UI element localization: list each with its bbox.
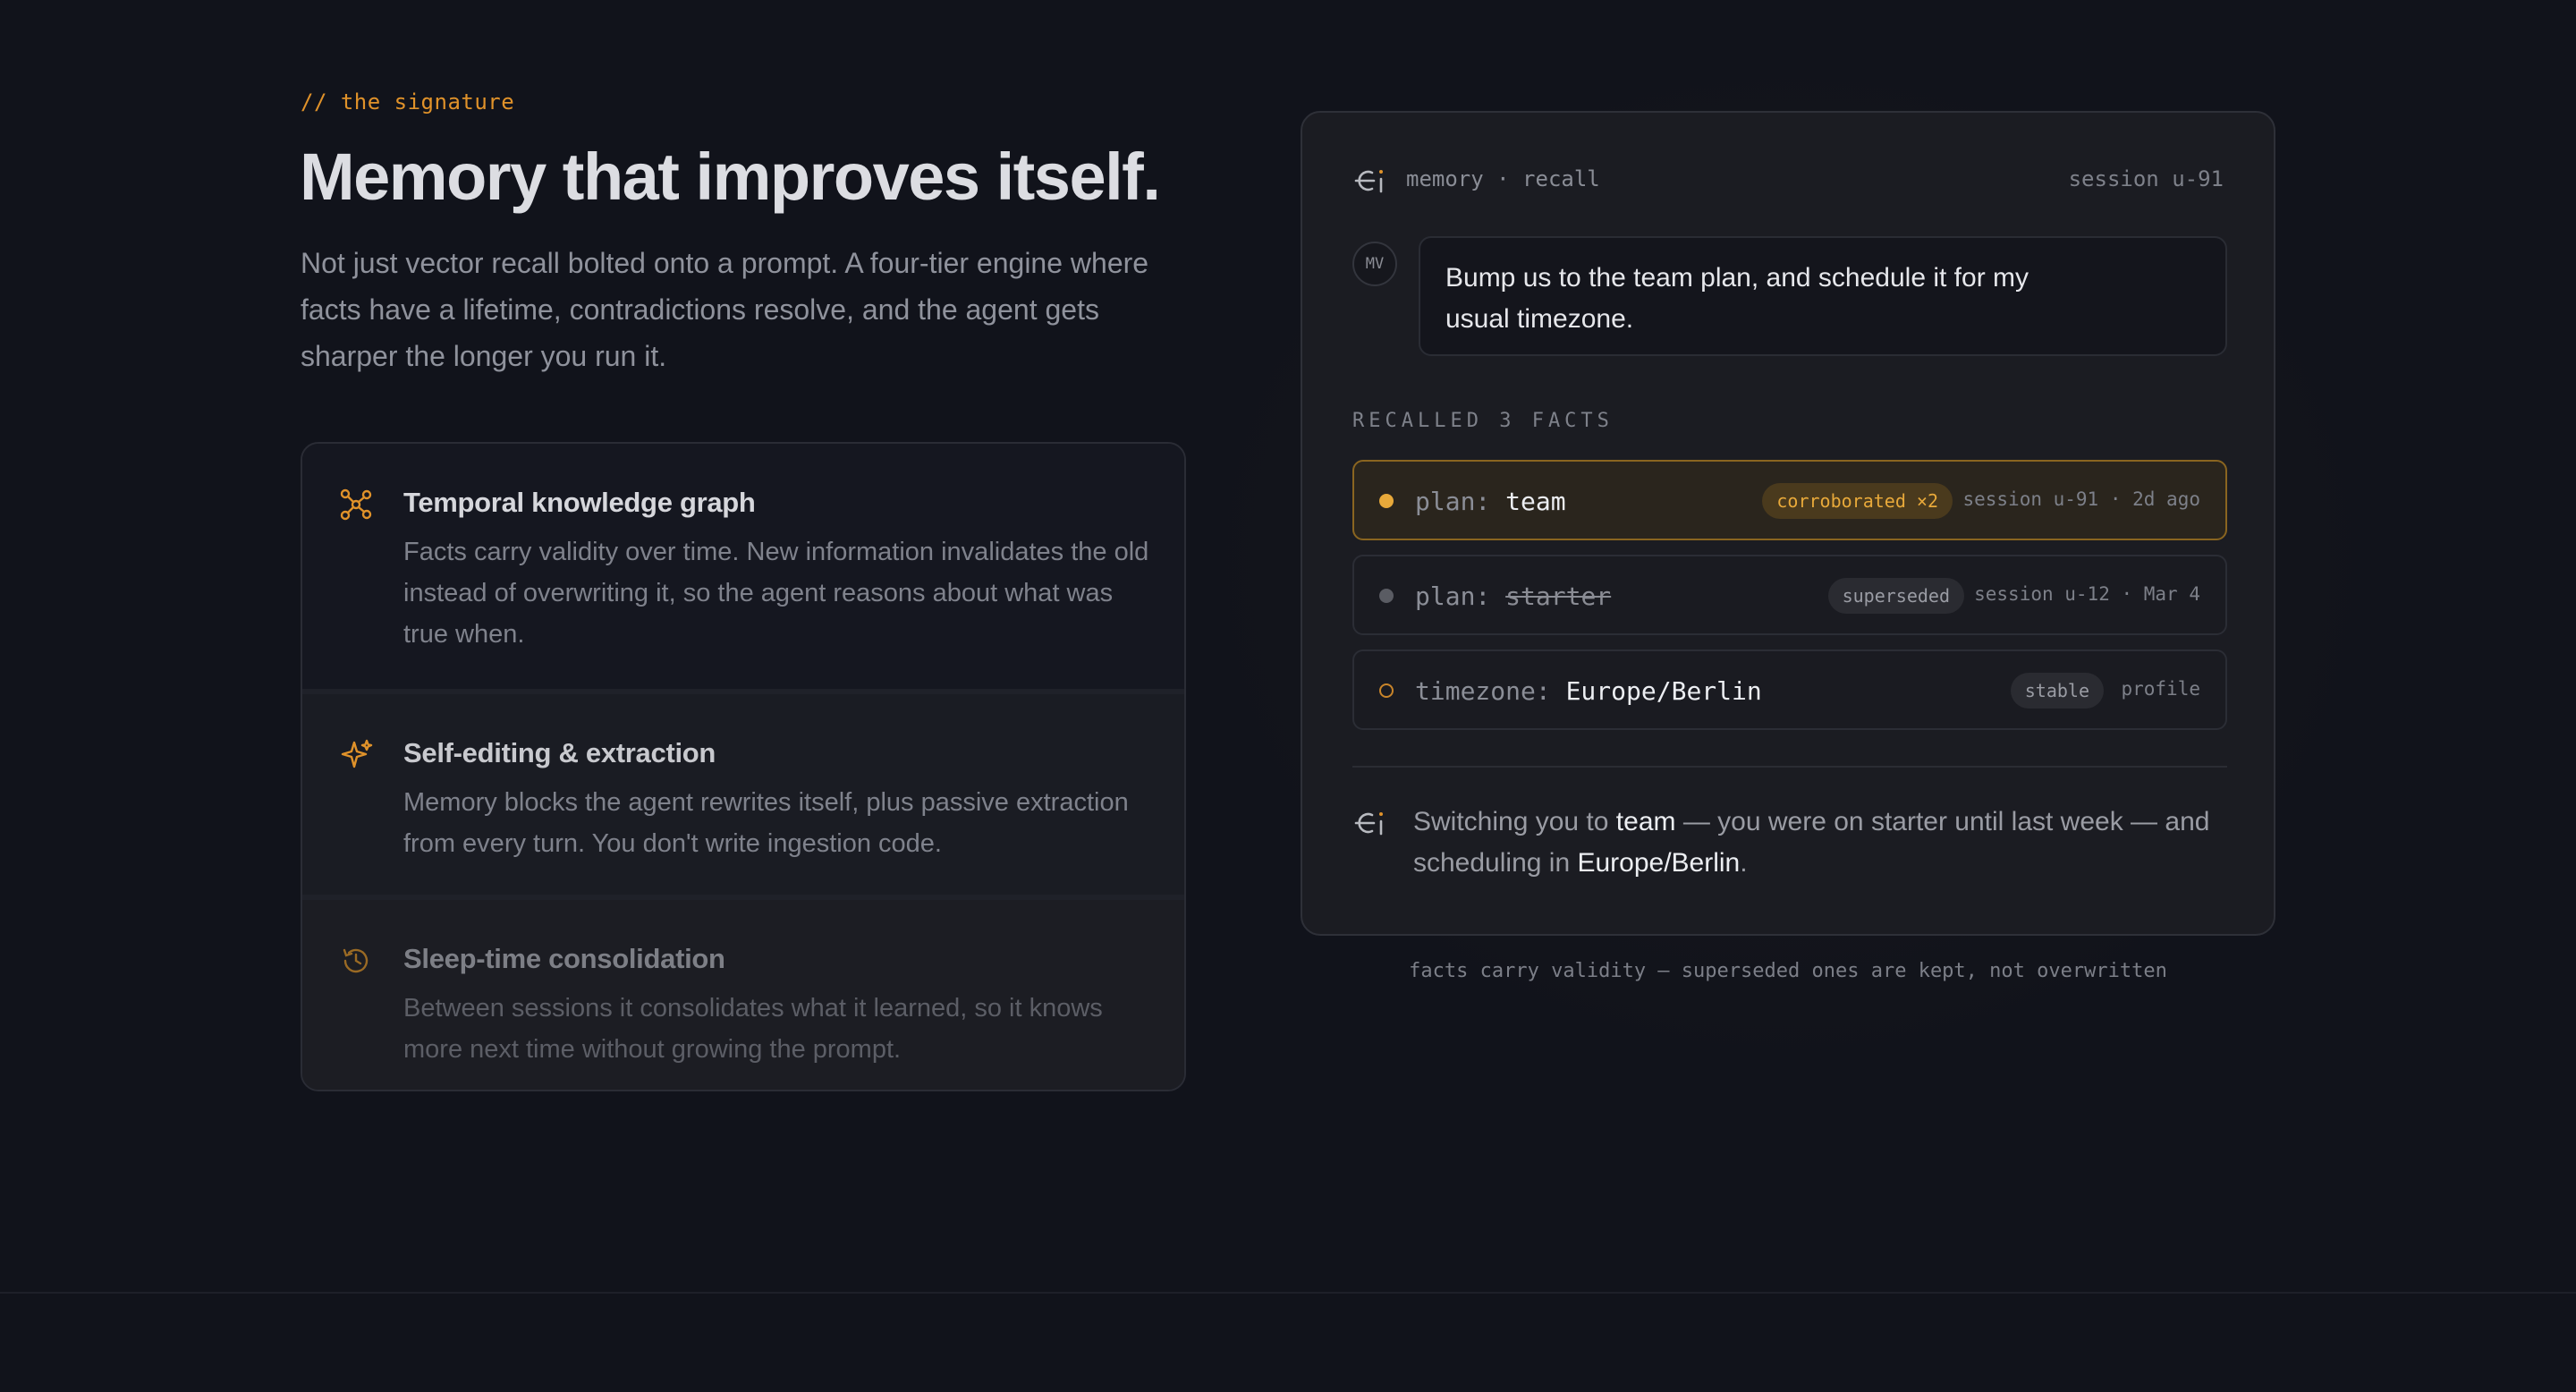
section-divider bbox=[0, 1292, 2576, 1294]
reply-highlight: team bbox=[1615, 807, 1676, 836]
user-message: Bump us to the team plan, and schedule i… bbox=[1419, 236, 2227, 356]
status-badge: corroborated ×2 bbox=[1762, 483, 1953, 519]
feature-title: Temporal knowledge graph bbox=[403, 487, 756, 518]
fact-meta: session u-91 · 2d ago bbox=[1962, 488, 2200, 510]
history-icon bbox=[338, 943, 374, 979]
feature-title: Sleep-time consolidation bbox=[403, 943, 725, 974]
fact-value: starter bbox=[1505, 581, 1612, 611]
status-badge: superseded bbox=[1827, 578, 1964, 614]
fact-row[interactable]: timezone: Europe/Berlin stable profile bbox=[1352, 649, 2227, 730]
fact-value: Europe/Berlin bbox=[1565, 676, 1762, 706]
status-dot-icon bbox=[1379, 494, 1394, 508]
agent-reply: Switching you to team — you were on star… bbox=[1413, 807, 2210, 878]
feature-title: Self-editing & extraction bbox=[403, 737, 716, 768]
section-eyebrow: // the signature bbox=[301, 89, 515, 115]
section-lead: Not just vector recall bolted onto a pro… bbox=[301, 247, 1149, 372]
feature-description: Facts carry validity over time. New info… bbox=[403, 538, 1149, 649]
feature-self-editing[interactable]: Self-editing & extraction Memory blocks … bbox=[302, 694, 1184, 900]
fact-key: plan: starter bbox=[1415, 581, 1612, 611]
user-message-text: Bump us to the team plan, and schedule i… bbox=[1445, 263, 2029, 334]
fact-key: plan: team bbox=[1415, 487, 1566, 516]
brand-logo-icon bbox=[1352, 165, 1388, 197]
graph-icon bbox=[338, 487, 374, 522]
divider bbox=[1352, 766, 2227, 768]
status-dot-icon bbox=[1379, 589, 1394, 603]
feature-sleep-consolidation[interactable]: Sleep-time consolidation Between session… bbox=[302, 900, 1184, 1090]
feature-temporal-graph[interactable]: Temporal knowledge graph Facts carry val… bbox=[302, 444, 1184, 694]
status-dot-icon bbox=[1379, 683, 1394, 698]
fact-row[interactable]: plan: starter superseded session u-12 · … bbox=[1352, 555, 2227, 635]
brand-logo-icon bbox=[1352, 807, 1388, 839]
fact-row[interactable]: plan: team corroborated ×2 session u-91 … bbox=[1352, 460, 2227, 540]
feature-description: Memory blocks the agent rewrites itself,… bbox=[403, 788, 1129, 858]
feature-list: Temporal knowledge graph Facts carry val… bbox=[301, 442, 1186, 1091]
card-caption: facts carry validity — superseded ones a… bbox=[1409, 960, 2167, 982]
reply-highlight: Europe/Berlin bbox=[1577, 848, 1741, 878]
fact-meta: session u-12 · Mar 4 bbox=[1974, 583, 2200, 605]
memory-recall-card: memory · recall session u-91 MV Bump us … bbox=[1301, 111, 2275, 936]
fact-key: timezone: Europe/Berlin bbox=[1415, 676, 1762, 706]
fact-value: team bbox=[1505, 487, 1566, 516]
card-label: memory · recall bbox=[1406, 166, 1600, 191]
fact-meta: profile bbox=[2121, 678, 2200, 700]
card-session: session u-91 bbox=[2068, 166, 2224, 191]
avatar: MV bbox=[1352, 242, 1397, 286]
section-headline: Memory that improves itself. bbox=[300, 140, 1161, 214]
status-badge: stable bbox=[2010, 673, 2104, 709]
sparkle-icon bbox=[338, 737, 374, 773]
recalled-facts-label: RECALLED 3 FACTS bbox=[1352, 410, 1614, 432]
feature-description: Between sessions it consolidates what it… bbox=[403, 994, 1103, 1064]
